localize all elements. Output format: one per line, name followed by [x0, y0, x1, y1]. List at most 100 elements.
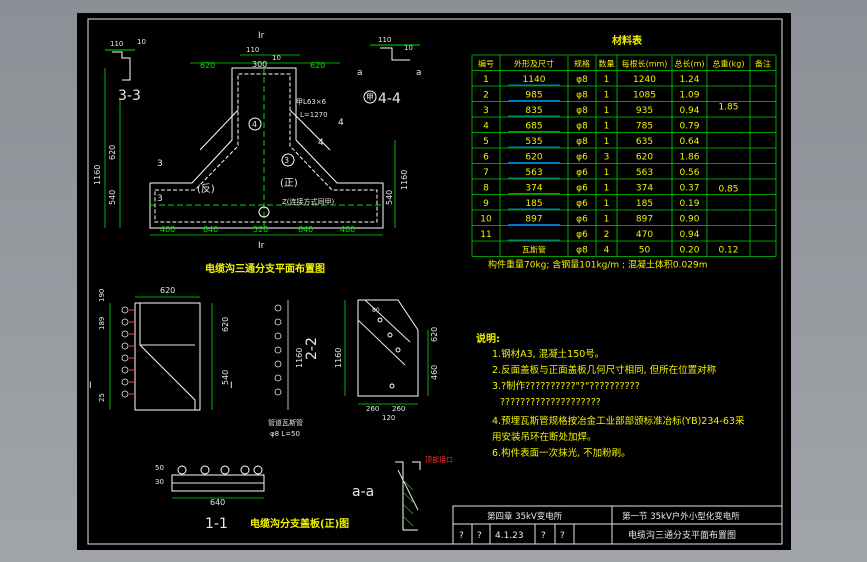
bom-row-2-col-1: 2	[483, 91, 489, 101]
dim-1160-left: 1160	[93, 165, 102, 185]
bom-row-3-col-5: 935	[636, 106, 653, 116]
bom-header-5: 每根长(mm)	[622, 59, 668, 69]
bom-row-6-col-3: φ6	[576, 153, 588, 163]
bom-header-4: 数量	[599, 59, 615, 69]
bom-row-10-col-4: 1	[604, 215, 610, 225]
dim-30-bottom: 30	[155, 478, 164, 486]
tb-q1: ?	[459, 531, 464, 541]
note-pipe: 管道瓦斯管	[268, 418, 303, 427]
bom-row-9-col-6: 0.19	[679, 199, 699, 209]
bom-pipe-each: 50	[639, 246, 651, 256]
bom-row-1-col-5: 1240	[633, 75, 656, 85]
note-line-3: 3.?制作??????????"?"??????????	[492, 380, 640, 392]
dim-620-cover: 620	[160, 286, 175, 295]
dim-620-detail: 620	[430, 327, 439, 342]
label-sec3-b: 3	[157, 194, 163, 204]
bom-row-4-col-5: 785	[636, 122, 653, 132]
bom-row-8-col-3: φ6	[576, 184, 588, 194]
dim-1160-strip: 1160	[295, 348, 304, 368]
bom-header-7: 总重(kg)	[713, 59, 745, 69]
dim-10-top: 10	[272, 54, 281, 62]
bom-row-2-col-6: 1.09	[679, 91, 699, 101]
dim-540-right: 540	[385, 190, 394, 205]
note-line-1: 1.钢材A3, 混凝土150号。	[492, 348, 604, 360]
dim-640-right: 640	[298, 225, 313, 234]
dim-50-bottom: 50	[155, 464, 164, 472]
dim-640-bottom: 640	[210, 498, 225, 507]
label-2-2: 2-2	[304, 337, 320, 360]
bom-row-3-col-2: 835	[525, 106, 542, 116]
bom-row-6-col-5: 620	[636, 153, 653, 163]
note-line-6: 用安装吊环在断处加焊。	[492, 431, 597, 443]
bom-row-10-col-6: 0.90	[679, 215, 699, 225]
bom-pipe-spec: φ8	[576, 246, 588, 256]
bom-row-3-col-4: 1	[604, 106, 610, 116]
bom-pipe-weight: 0.12	[718, 246, 738, 256]
bom-row-4-col-1: 4	[483, 122, 489, 132]
bom-row-11-col-4: 2	[604, 230, 610, 240]
label-sec3-a: 3	[157, 159, 163, 169]
bom-row-9-col-4: 1	[604, 199, 610, 209]
bom-row-1-col-1: 1	[483, 75, 489, 85]
bom-header-2: 外形及尺寸	[514, 59, 554, 69]
label-sec4-a: 4	[338, 118, 344, 128]
dim-10-44: 10	[404, 44, 413, 52]
bom-row-10-col-5: 897	[636, 215, 653, 225]
label-3-3: 3-3	[118, 88, 141, 104]
bom-row-5-col-4: 1	[604, 137, 610, 147]
bom-row-1-col-6: 1.24	[679, 75, 699, 85]
dim-25: 25	[98, 393, 106, 402]
bom-row-3-col-3: φ8	[576, 106, 588, 116]
bom-row-6-col-1: 6	[483, 153, 489, 163]
dim-120-detail: 120	[382, 414, 395, 422]
bom-row-10-col-2: 897	[525, 215, 542, 225]
dim-10-33: 10	[137, 38, 146, 46]
bom-row-4-col-2: 685	[525, 122, 542, 132]
tb-q3: ?	[541, 531, 546, 541]
dim-640-left: 640	[203, 225, 218, 234]
bom-row-5-col-1: 5	[483, 137, 489, 147]
note-length: L=1270	[300, 111, 328, 119]
dim-520: 520	[253, 225, 268, 234]
bom-row-6-col-6: 1.86	[679, 153, 699, 163]
bom-row-5-col-6: 0.64	[679, 137, 699, 147]
label-ir-top: Ir	[258, 31, 265, 41]
bom-row-11-col-1: 11	[480, 230, 491, 240]
note-line-4: ????????????????????	[500, 397, 601, 408]
dim-620-left-v: 620	[108, 145, 117, 160]
bom-row-4-col-6: 0.79	[679, 122, 699, 132]
bom-row-8-col-1: 8	[483, 184, 489, 194]
tb-section: 第一节 35kV户外小型化变电所	[622, 511, 740, 522]
bom-row-2-col-3: φ8	[576, 91, 588, 101]
bom-row-9-col-3: φ6	[576, 199, 588, 209]
label-i-left: I	[89, 381, 92, 391]
tb-code: 4.1.23	[495, 531, 524, 541]
dim-260-detail-a: 260	[366, 405, 379, 413]
title-plan: 电缆沟三通分支平面布置图	[205, 262, 325, 275]
bom-row-7-col-5: 563	[636, 168, 653, 178]
label-a-2: a	[416, 68, 422, 78]
bom-row-9-col-5: 185	[636, 199, 653, 209]
note-pipe2: φ8 L=50	[270, 430, 300, 438]
dim-400-left: 400	[160, 225, 175, 234]
bom-row-10-col-1: 10	[480, 215, 492, 225]
bom-row-9-col-2: 185	[525, 199, 542, 209]
bom-header-6: 总长(m)	[674, 59, 704, 69]
label-a-a: a-a	[352, 484, 374, 500]
bom-row-7-col-1: 7	[483, 168, 489, 178]
note-tie: Z(连接方式同甲)	[282, 197, 335, 206]
dim-460-detail: 460	[430, 365, 439, 380]
bom-row-7-col-6: 0.56	[679, 168, 699, 178]
bom-row-2-col-5: 1085	[633, 91, 656, 101]
bom-row-11-col-3: φ6	[576, 230, 588, 240]
bom-row-2-col-2: 985	[525, 91, 542, 101]
dim-620-top-left: 620	[200, 61, 215, 70]
dim-189: 189	[98, 317, 106, 330]
bom-row-1-col-4: 1	[604, 75, 610, 85]
bom-pipe-name: 瓦斯管	[522, 245, 546, 255]
bom-pipe-total: 0.20	[679, 246, 699, 256]
bom-weight-group-1: 1.85	[718, 102, 738, 112]
bom-row-7-col-2: 563	[525, 168, 542, 178]
bom-row-11-col-6: 0.94	[679, 230, 699, 240]
bom-row-3-col-6: 0.94	[679, 106, 699, 116]
